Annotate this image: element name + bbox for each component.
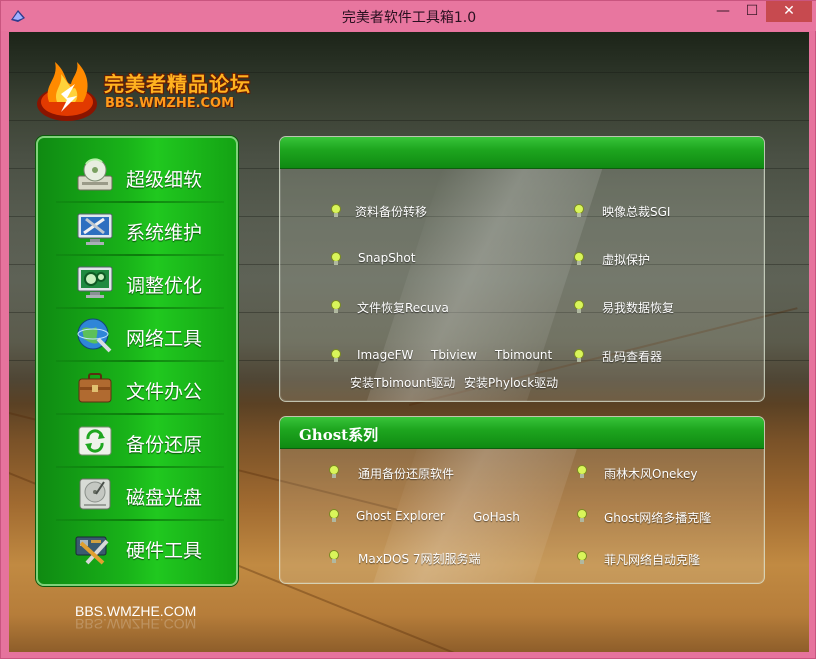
tool-ghost-multicast[interactable]: Ghost网络多播克隆 bbox=[604, 509, 711, 526]
tool-install-tbimount-driver[interactable]: 安装Tbimount驱动 bbox=[350, 374, 455, 391]
app-window: 完美者软件工具箱1.0 — ☐ ✕ 完美者精品论坛 BBS.WMZHE.COM bbox=[0, 0, 816, 659]
bulb-icon bbox=[329, 509, 339, 522]
nav-label: 超级细软 bbox=[126, 169, 203, 191]
bulb-icon bbox=[331, 204, 341, 217]
tool-easeus-recovery[interactable]: 易我数据恢复 bbox=[602, 299, 674, 316]
title-bar[interactable]: 完美者软件工具箱1.0 — ☐ ✕ bbox=[1, 1, 816, 31]
bulb-icon bbox=[331, 252, 341, 265]
nav-label: 硬件工具 bbox=[126, 540, 203, 562]
nav-item-tune-optimize[interactable]: 调整优化 bbox=[38, 256, 236, 309]
maximize-button[interactable]: ☐ bbox=[738, 1, 766, 22]
tool-install-phylock-driver[interactable]: 安装Phylock驱动 bbox=[464, 374, 558, 391]
tool-tbiview[interactable]: Tbiview bbox=[431, 348, 477, 362]
nav-label: 磁盘光盘 bbox=[126, 487, 203, 509]
tool-gohash[interactable]: GoHash bbox=[473, 510, 520, 524]
close-button[interactable]: ✕ bbox=[766, 1, 812, 22]
tool-garbled-viewer[interactable]: 乱码查看器 bbox=[602, 348, 662, 365]
nav-label: 备份还原 bbox=[126, 434, 203, 456]
tool-imagefw[interactable]: ImageFW bbox=[357, 348, 413, 362]
tool-data-backup-transfer[interactable]: 资料备份转移 bbox=[355, 203, 427, 220]
bulb-icon bbox=[577, 551, 587, 564]
tool-recuva[interactable]: 文件恢复Recuva bbox=[357, 299, 449, 316]
tool-snapshot[interactable]: SnapShot bbox=[358, 251, 415, 265]
nav-item-disk-optical[interactable]: 磁盘光盘 bbox=[38, 468, 236, 521]
bulb-icon bbox=[574, 252, 584, 265]
nav-label: 网络工具 bbox=[126, 328, 203, 350]
bulb-icon bbox=[577, 465, 587, 478]
hard-disk-icon bbox=[79, 478, 111, 510]
tool-feifan-auto-clone[interactable]: 菲凡网络自动克隆 bbox=[604, 551, 700, 568]
panel-header: Ghost系列 bbox=[280, 417, 764, 449]
nav-label: 文件办公 bbox=[126, 381, 203, 403]
tools-panel-general: 资料备份转移 映像总裁SGI SnapShot 虚拟保护 文件恢复Recuva … bbox=[279, 136, 765, 402]
client-area: 完美者精品论坛 BBS.WMZHE.COM 超级细软 系统维护 调整优化 网络工… bbox=[9, 32, 809, 652]
bulb-icon bbox=[331, 349, 341, 362]
bulb-icon bbox=[329, 465, 339, 478]
panel-title: Ghost系列 bbox=[299, 426, 379, 444]
bulb-icon bbox=[329, 550, 339, 563]
nav-item-system-maintenance[interactable]: 系统维护 bbox=[38, 203, 236, 256]
tool-ylmf-onekey[interactable]: 雨林木风Onekey bbox=[604, 465, 697, 482]
monitor-gears-icon bbox=[77, 266, 113, 298]
bulb-icon bbox=[577, 509, 587, 522]
nav-item-network-tools[interactable]: 网络工具 bbox=[38, 309, 236, 362]
tool-maxdos-server[interactable]: MaxDOS 7网刻服务端 bbox=[358, 550, 481, 567]
minimize-button[interactable]: — bbox=[708, 1, 738, 22]
tool-sgi[interactable]: 映像总裁SGI bbox=[602, 203, 670, 220]
bulb-icon bbox=[331, 300, 341, 313]
nav-item-hardware-tools[interactable]: 硬件工具 bbox=[38, 521, 236, 574]
logo-url: BBS.WMZHE.COM bbox=[105, 96, 235, 111]
globe-network-icon bbox=[77, 318, 112, 353]
briefcase-icon bbox=[78, 373, 112, 403]
bulb-icon bbox=[574, 349, 584, 362]
panel-header bbox=[280, 137, 764, 169]
nav-item-backup-restore[interactable]: 备份还原 bbox=[38, 415, 236, 468]
bulb-icon bbox=[574, 204, 584, 217]
tool-tbimount[interactable]: Tbimount bbox=[495, 348, 552, 362]
window-title: 完美者软件工具箱1.0 bbox=[341, 10, 477, 26]
tool-ghost-explorer[interactable]: Ghost Explorer bbox=[356, 509, 445, 523]
nav-item-super-software[interactable]: 超级细软 bbox=[38, 150, 236, 203]
footer-url-reflection: BBS.WMZHE.COM bbox=[75, 616, 197, 632]
nav-label: 系统维护 bbox=[126, 222, 203, 244]
logo-title: 完美者精品论坛 bbox=[104, 72, 251, 96]
disc-drive-icon bbox=[77, 158, 113, 191]
monitor-tools-icon bbox=[77, 213, 113, 245]
tools-panel-ghost: Ghost系列 通用备份还原软件 雨林木风Onekey Ghost Explor… bbox=[279, 416, 765, 584]
tool-virtual-protect[interactable]: 虚拟保护 bbox=[602, 251, 650, 268]
bulb-icon bbox=[574, 300, 584, 313]
forum-logo: 完美者精品论坛 BBS.WMZHE.COM bbox=[31, 54, 251, 124]
flame-logo-icon bbox=[37, 62, 97, 121]
category-sidebar: 超级细软 系统维护 调整优化 网络工具 文件办公 备份还原 磁盘光盘 硬件工具 bbox=[36, 136, 238, 586]
hardware-tools-icon bbox=[75, 536, 109, 565]
nav-label: 调整优化 bbox=[126, 275, 203, 297]
backup-drive-icon bbox=[78, 426, 112, 456]
tool-universal-backup[interactable]: 通用备份还原软件 bbox=[358, 465, 454, 482]
nav-item-file-office[interactable]: 文件办公 bbox=[38, 362, 236, 415]
